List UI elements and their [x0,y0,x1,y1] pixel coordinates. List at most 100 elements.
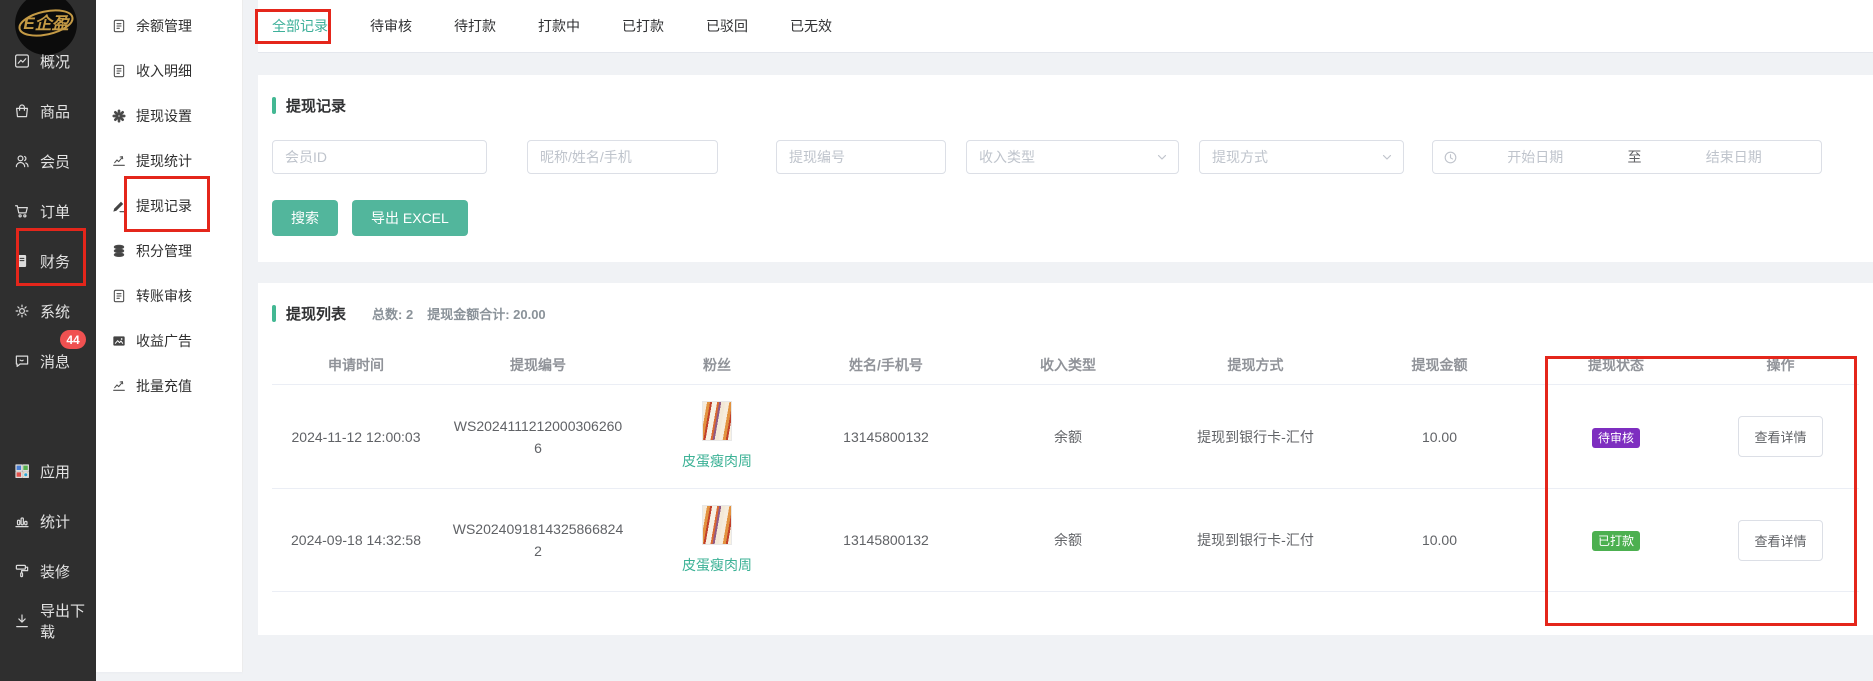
col-header-action: 操作 [1702,354,1859,376]
cell-withdraw-no: WS20240918143258668242 [440,518,636,562]
start-date-placeholder: 开始日期 [1458,147,1613,167]
export-excel-button[interactable]: 导出 EXCEL [352,200,468,236]
cell-name-phone: 13145800132 [798,426,974,448]
submenu-item-transfer-review[interactable]: 转账审核 [96,273,242,318]
col-header-income-type: 收入类型 [974,354,1162,376]
sidebar-item-decorate[interactable]: 装修 [0,546,96,596]
total-count: 总数: 2 [372,304,413,323]
col-header-apply-time: 申请时间 [272,354,440,376]
filter-row: 收入类型 提现方式 开始日期 至 结束日期 [272,140,1859,174]
submenu-item-revenue-ads[interactable]: 收益广告 [96,318,242,363]
cell-income-type: 余额 [974,426,1162,448]
cell-amount: 10.00 [1349,529,1530,551]
col-header-fan: 粉丝 [636,354,798,376]
line-chart-icon [111,153,127,169]
col-header-withdraw-no: 提现编号 [440,354,636,376]
sidebar-item-label: 应用 [40,461,70,482]
tab-all-records[interactable]: 全部记录 [270,10,330,42]
member-id-input[interactable] [272,140,487,174]
filter-actions: 搜索 导出 EXCEL [272,200,1859,236]
sidebar-item-apps[interactable]: 应用 [0,446,96,496]
fan-avatar[interactable] [702,505,732,545]
submenu-item-withdraw-records[interactable]: 提现记录 [96,183,242,228]
cell-fan: 皮蛋瘦肉周 [636,401,798,472]
submenu-item-label: 余额管理 [136,16,192,36]
sidebar-item-stats[interactable]: 统计 [0,496,96,546]
submenu-item-label: 收入明细 [136,61,192,81]
database-icon [111,243,127,259]
cell-status: 待审核 [1530,426,1702,448]
sidebar-item-messages[interactable]: 44 消息 [0,336,96,386]
tab-paid[interactable]: 已打款 [620,10,666,42]
sidebar: E企盈 概况 商品 会员 订单 财务 系统 44 [0,0,96,681]
view-detail-button[interactable]: 查看详情 [1738,416,1822,457]
sidebar-item-export-download[interactable]: 导出下载 [0,596,96,646]
submenu-item-label: 提现记录 [136,196,192,216]
sidebar-item-label: 导出下载 [40,600,96,642]
submenu-item-withdraw-stats[interactable]: 提现统计 [96,138,242,183]
app-window: E企盈 概况 商品 会员 订单 财务 系统 44 [0,0,1873,681]
brand-logo[interactable]: E企盈 [0,0,96,36]
list-summary: 总数: 2 提现金额合计: 20.00 [372,304,546,323]
withdraw-method-select[interactable]: 提现方式 [1199,140,1404,174]
submenu-item-points[interactable]: 积分管理 [96,228,242,273]
sidebar-item-system[interactable]: 系统 [0,286,96,336]
submenu-item-label: 收益广告 [136,331,192,351]
sidebar-item-label: 统计 [40,511,70,532]
paint-roller-icon [13,562,31,580]
date-separator: 至 [1613,147,1657,167]
submenu-item-withdraw-settings[interactable]: 提现设置 [96,93,242,138]
sidebar-item-members[interactable]: 会员 [0,136,96,186]
fan-avatar[interactable] [702,401,732,441]
tab-pending-payment[interactable]: 待打款 [452,10,498,42]
cell-amount: 10.00 [1349,426,1530,448]
section-accent-bar [272,305,276,322]
members-icon [13,152,31,170]
submenu-item-label: 转账审核 [136,286,192,306]
sidebar-item-label: 装修 [40,561,70,582]
document-icon [111,18,127,34]
tab-invalid[interactable]: 已无效 [788,10,834,42]
nickname-input[interactable] [527,140,718,174]
main-area: 全部记录 待审核 待打款 打款中 已打款 已驳回 已无效 提现记录 收入类型 [243,0,1873,681]
tab-rejected[interactable]: 已驳回 [704,10,750,42]
finance-submenu: 余额管理 收入明细 提现设置 提现统计 提现记录 积分管理 [96,0,243,672]
fan-name-link[interactable]: 皮蛋瘦肉周 [682,554,752,576]
orders-icon [13,202,31,220]
bar-chart-icon [13,512,31,530]
date-range-picker[interactable]: 开始日期 至 结束日期 [1432,140,1822,174]
amount-sum: 提现金额合计: 20.00 [427,304,545,323]
section-accent-bar [272,97,276,114]
chevron-down-icon [1156,151,1168,163]
gear-icon [13,302,31,320]
submenu-item-label: 提现统计 [136,151,192,171]
cell-income-type: 余额 [974,529,1162,551]
submenu-item-balance[interactable]: 余额管理 [96,3,242,48]
filter-section-head: 提现记录 [272,95,1859,116]
fan-name-link[interactable]: 皮蛋瘦肉周 [682,450,752,472]
sidebar-item-goods[interactable]: 商品 [0,86,96,136]
submenu-item-label: 积分管理 [136,241,192,261]
gear-icon [111,108,127,124]
income-type-select[interactable]: 收入类型 [966,140,1179,174]
sidebar-item-label: 会员 [40,151,70,172]
withdraw-no-input[interactable] [776,140,946,174]
sidebar-item-orders[interactable]: 订单 [0,186,96,236]
sidebar-item-finance[interactable]: 财务 [0,236,96,286]
cell-fan: 皮蛋瘦肉周 [636,505,798,576]
clock-icon [1443,150,1458,165]
list-section-title: 提现列表 [286,303,346,324]
cell-apply-time: 2024-11-12 12:00:03 [272,426,440,448]
status-badge: 已打款 [1592,531,1640,551]
cell-status: 已打款 [1530,529,1702,551]
submenu-item-bulk-recharge[interactable]: 批量充值 [96,363,242,408]
sidebar-item-overview[interactable]: 概况 [0,36,96,86]
cell-method: 提现到银行卡-汇付 [1162,426,1349,448]
submenu-item-income-detail[interactable]: 收入明细 [96,48,242,93]
search-button[interactable]: 搜索 [272,200,338,236]
view-detail-button[interactable]: 查看详情 [1738,520,1822,561]
tab-paying[interactable]: 打款中 [536,10,582,42]
list-section-head: 提现列表 总数: 2 提现金额合计: 20.00 [272,303,1859,324]
withdraw-method-placeholder: 提现方式 [1212,147,1268,167]
tab-pending-review[interactable]: 待审核 [368,10,414,42]
